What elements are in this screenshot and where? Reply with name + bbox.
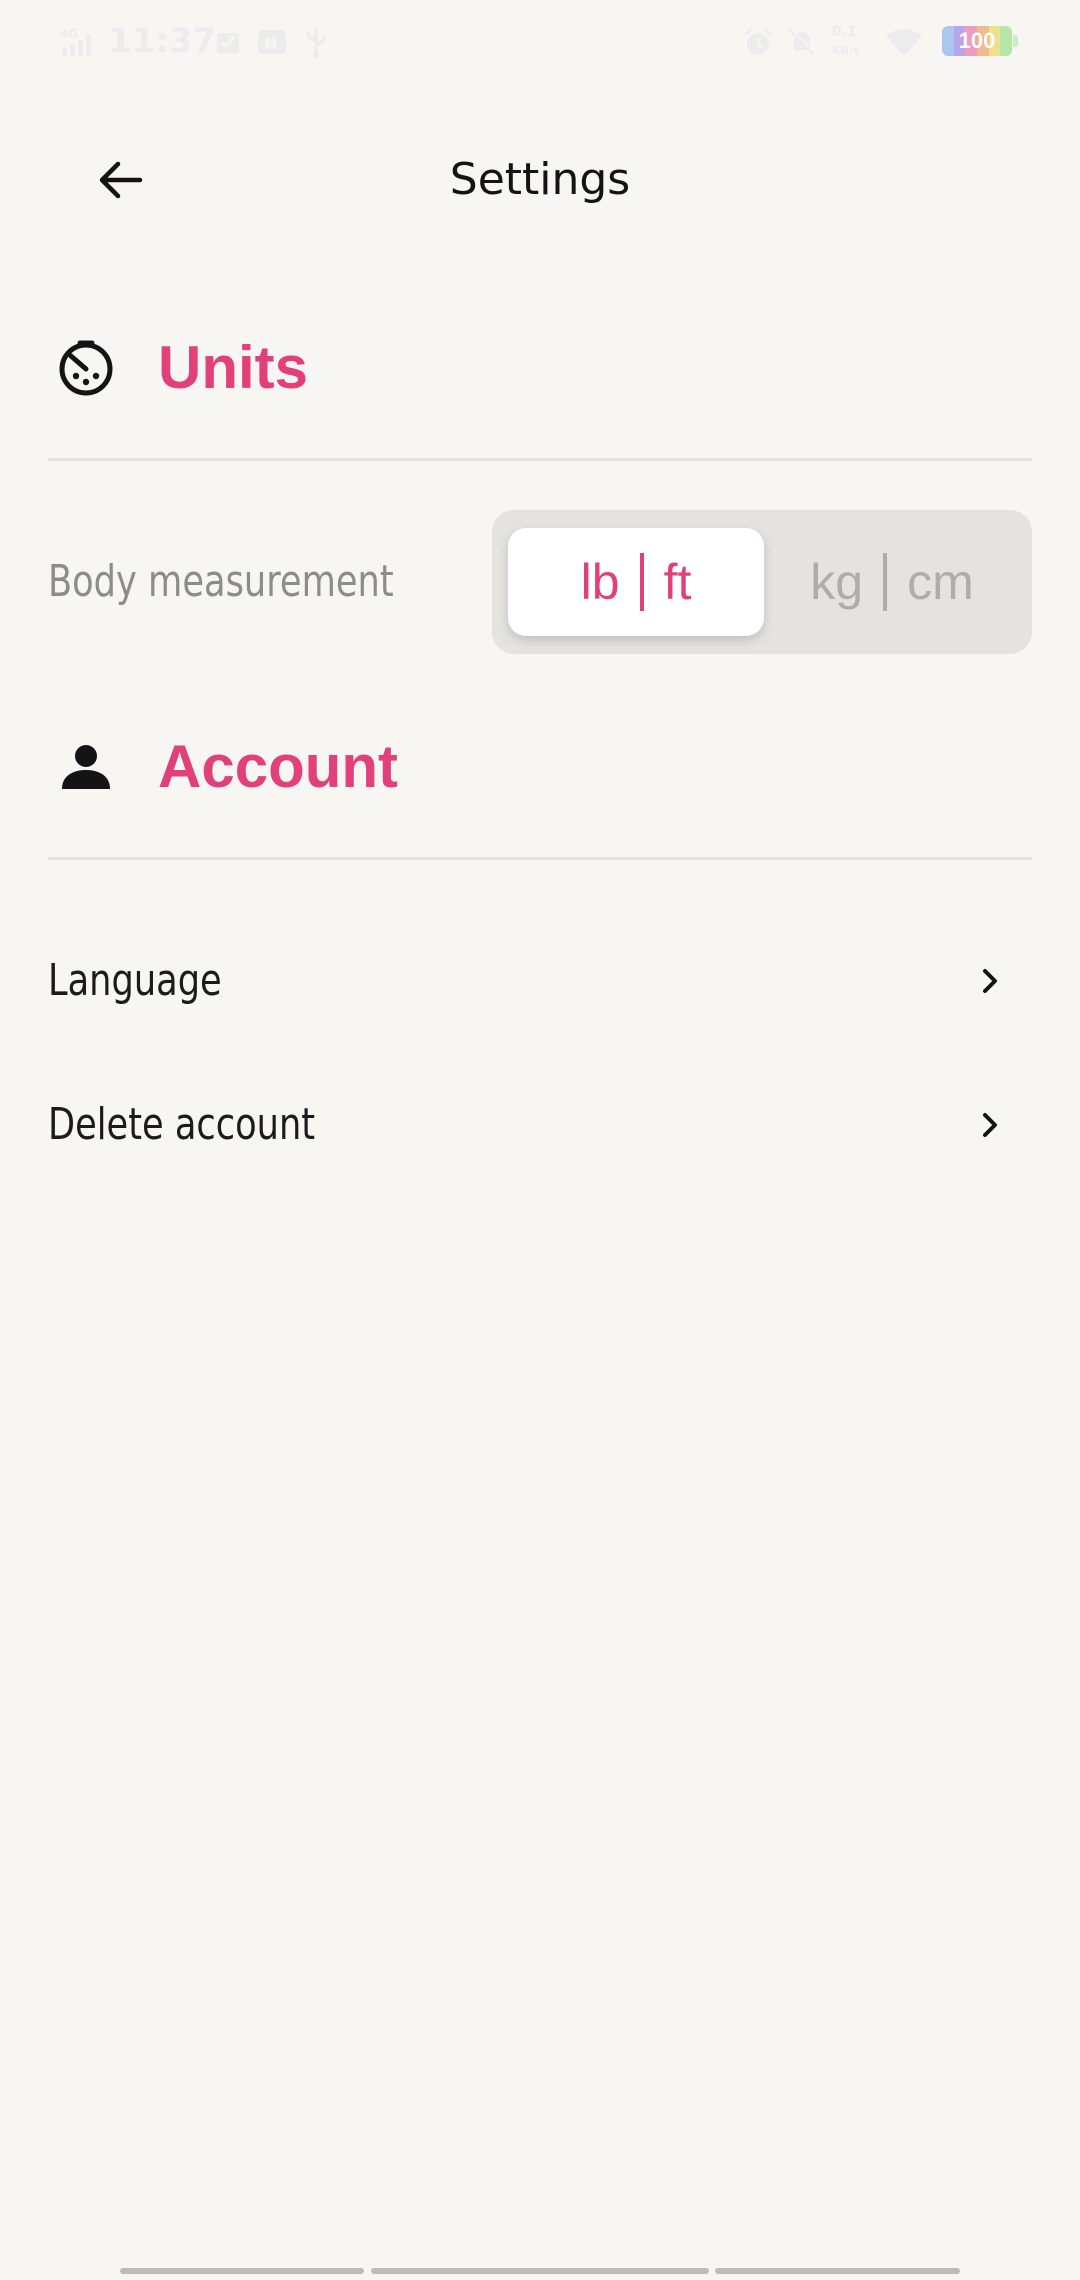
body-measurement-row: Body measurement lb ft kg cm [48, 510, 1032, 654]
usb-icon [306, 28, 326, 58]
svg-text:0.1: 0.1 [832, 24, 857, 40]
page-title: Settings [449, 154, 631, 205]
unit-toggle: lb ft kg cm [492, 510, 1032, 654]
delete-account-row[interactable]: Delete account [48, 1061, 1032, 1189]
nav-handle[interactable] [371, 2268, 709, 2274]
speedometer-icon [59, 340, 113, 396]
account-title: Account [158, 733, 398, 800]
unit-option-kg-cm[interactable]: kg cm [764, 528, 1020, 636]
divider [48, 458, 1032, 461]
account-section-header: Account [48, 720, 1032, 814]
nav-handle[interactable] [715, 2268, 960, 2274]
person-icon [62, 745, 110, 789]
nav-handle[interactable] [120, 2268, 364, 2274]
unit-option-kg-cm-right: cm [907, 554, 974, 610]
unit-separator [883, 553, 888, 611]
signal-4g-icon: 4G [60, 27, 91, 56]
unit-option-lb-ft[interactable]: lb ft [508, 528, 764, 636]
mute-icon [788, 28, 816, 56]
units-section-header: Units [48, 321, 1032, 415]
unit-option-kg-cm-left: kg [810, 554, 864, 610]
units-title: Units [158, 334, 308, 401]
language-row[interactable]: Language [48, 917, 1032, 1045]
svg-text:KB/s: KB/s [832, 44, 860, 57]
unit-option-lb-ft-left: lb [580, 554, 620, 610]
arrow-left-icon [99, 161, 143, 199]
chevron-right-icon [983, 1113, 997, 1137]
notification-icon: N [258, 30, 286, 54]
delete-account-label: Delete account [48, 1099, 316, 1150]
back-button[interactable] [80, 150, 160, 210]
chevron-right-icon [983, 969, 997, 993]
svg-text:N: N [264, 34, 277, 53]
status-time: 11:37 [108, 21, 217, 61]
wifi-icon [886, 29, 922, 56]
unit-option-lb-ft-right: ft [663, 554, 692, 610]
unit-separator [639, 553, 644, 611]
network-speed-icon: 0.1 KB/s [832, 24, 860, 57]
status-bar: 4G 11:37 N 0.1 KB/s 100 [0, 0, 1080, 84]
battery-level: 100 [958, 28, 996, 53]
battery-tip [1013, 35, 1018, 47]
language-label: Language [48, 955, 222, 1006]
body-measurement-label: Body measurement [48, 556, 394, 607]
alarm-icon [744, 27, 772, 55]
app-bar: Settings [0, 130, 1080, 230]
svg-text:4G: 4G [60, 27, 78, 41]
notification-icon [217, 33, 239, 53]
divider [48, 857, 1032, 860]
